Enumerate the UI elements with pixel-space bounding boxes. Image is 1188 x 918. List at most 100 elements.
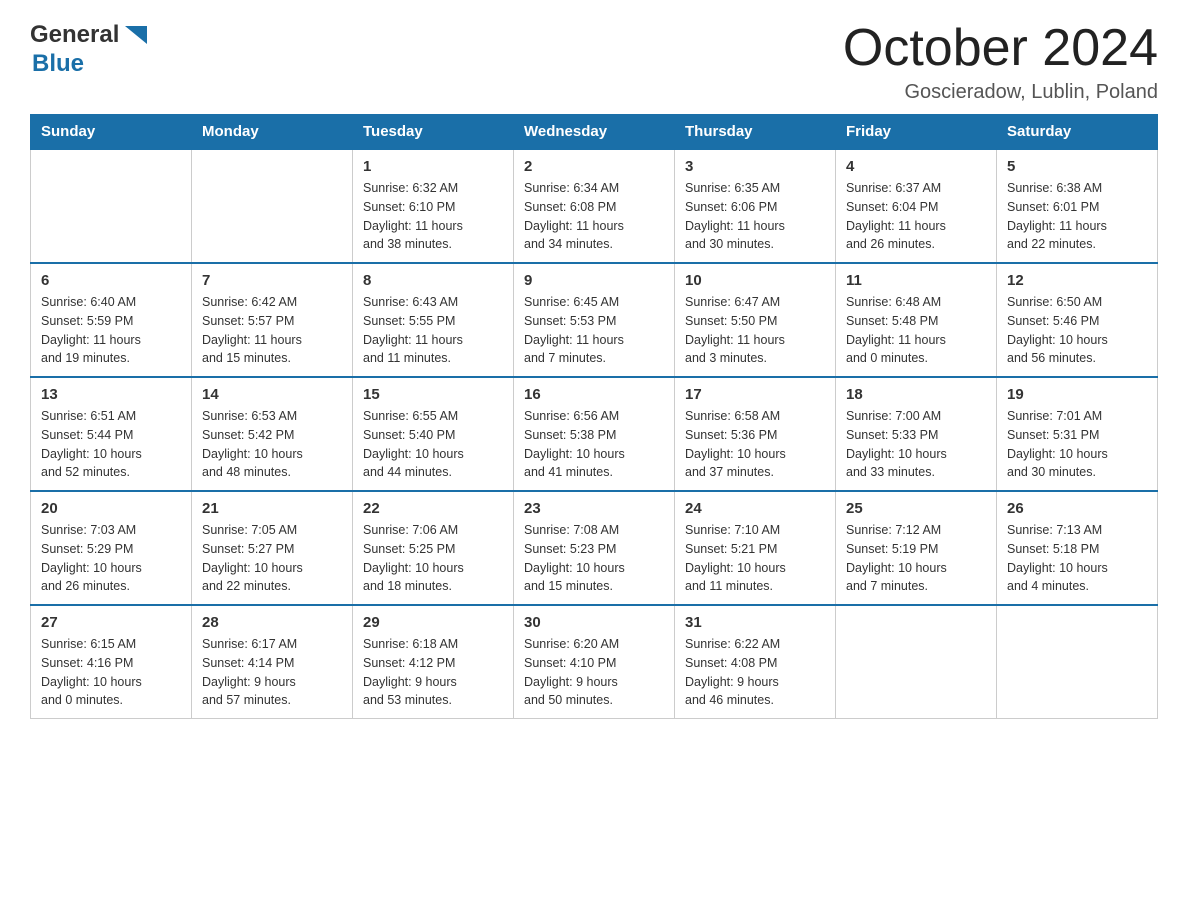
calendar-cell: 26Sunrise: 7:13 AM Sunset: 5:18 PM Dayli…: [997, 491, 1158, 605]
day-info: Sunrise: 6:45 AM Sunset: 5:53 PM Dayligh…: [524, 293, 664, 368]
calendar-cell: 28 Sunrise: 6:17 AM Sunset: 4:14 PM Dayli…: [192, 605, 353, 719]
calendar-cell: 4 Sunrise: 6:37 AM Sunset: 6:04 PM Daylig…: [836, 149, 997, 263]
calendar-cell: 2Sunrise: 6:34 AM Sunset: 6:08 PM Daylig…: [514, 149, 675, 263]
page-header: General Blue October 2024 Goscieradow, L…: [30, 20, 1158, 104]
calendar-cell: 25Sunrise: 7:12 AM Sunset: 5:19 PM Dayli…: [836, 491, 997, 605]
day-number: 30: [524, 614, 664, 631]
day-number: 16: [524, 386, 664, 403]
day-number: 26: [1007, 500, 1147, 517]
day-number: 23: [524, 500, 664, 517]
day-number: 24: [685, 500, 825, 517]
day-info: Sunrise: 6:20 AM Sunset: 4:10 PM Dayligh…: [524, 635, 664, 710]
day-info: Sunrise: 6:58 AM Sunset: 5:36 PM Dayligh…: [685, 407, 825, 482]
day-info: Sunrise: 6:42 AM Sunset: 5:57 PM Dayligh…: [202, 293, 342, 368]
logo: General Blue: [30, 20, 151, 78]
calendar-cell: [997, 605, 1158, 719]
day-info: Sunrise: 6:15 AM Sunset: 4:16 PM Dayligh…: [41, 635, 181, 710]
day-info: Sunrise: 7:03 AM Sunset: 5:29 PM Dayligh…: [41, 521, 181, 596]
calendar-cell: 30 Sunrise: 6:20 AM Sunset: 4:10 PM Dayli…: [514, 605, 675, 719]
day-info: Sunrise: 7:06 AM Sunset: 5:25 PM Dayligh…: [363, 521, 503, 596]
calendar-cell: 6Sunrise: 6:40 AM Sunset: 5:59 PM Daylig…: [31, 263, 192, 377]
day-number: 2: [524, 158, 664, 175]
calendar-cell: [836, 605, 997, 719]
day-number: 31: [685, 614, 825, 631]
calendar-cell: [31, 149, 192, 263]
calendar-day-header: Thursday: [675, 115, 836, 150]
day-info: Sunrise: 6:56 AM Sunset: 5:38 PM Dayligh…: [524, 407, 664, 482]
day-info: Sunrise: 6:51 AM Sunset: 5:44 PM Dayligh…: [41, 407, 181, 482]
calendar-cell: 16 Sunrise: 6:56 AM Sunset: 5:38 PM Dayli…: [514, 377, 675, 491]
calendar-cell: 31 Sunrise: 6:22 AM Sunset: 4:08 PM Dayli…: [675, 605, 836, 719]
day-info: Sunrise: 7:05 AM Sunset: 5:27 PM Dayligh…: [202, 521, 342, 596]
day-info: Sunrise: 6:22 AM Sunset: 4:08 PM Dayligh…: [685, 635, 825, 710]
calendar-cell: 22 Sunrise: 7:06 AM Sunset: 5:25 PM Dayli…: [353, 491, 514, 605]
day-number: 29: [363, 614, 503, 631]
calendar-day-header: Tuesday: [353, 115, 514, 150]
day-number: 9: [524, 272, 664, 289]
calendar-week-row: 27 Sunrise: 6:15 AM Sunset: 4:16 PM Dayli…: [31, 605, 1158, 719]
calendar-cell: 12 Sunrise: 6:50 AM Sunset: 5:46 PM Dayli…: [997, 263, 1158, 377]
day-info: Sunrise: 6:37 AM Sunset: 6:04 PM Dayligh…: [846, 179, 986, 254]
subtitle: Goscieradow, Lublin, Poland: [843, 81, 1158, 104]
calendar-day-header: Monday: [192, 115, 353, 150]
day-info: Sunrise: 6:38 AM Sunset: 6:01 PM Dayligh…: [1007, 179, 1147, 254]
calendar-week-row: 6Sunrise: 6:40 AM Sunset: 5:59 PM Daylig…: [31, 263, 1158, 377]
day-info: Sunrise: 6:48 AM Sunset: 5:48 PM Dayligh…: [846, 293, 986, 368]
calendar-cell: 5 Sunrise: 6:38 AM Sunset: 6:01 PM Daylig…: [997, 149, 1158, 263]
day-number: 21: [202, 500, 342, 517]
day-number: 17: [685, 386, 825, 403]
day-info: Sunrise: 6:32 AM Sunset: 6:10 PM Dayligh…: [363, 179, 503, 254]
day-number: 7: [202, 272, 342, 289]
calendar-cell: 3 Sunrise: 6:35 AM Sunset: 6:06 PM Daylig…: [675, 149, 836, 263]
calendar-cell: 24 Sunrise: 7:10 AM Sunset: 5:21 PM Dayli…: [675, 491, 836, 605]
calendar-cell: 11 Sunrise: 6:48 AM Sunset: 5:48 PM Dayli…: [836, 263, 997, 377]
day-number: 10: [685, 272, 825, 289]
calendar-day-header: Saturday: [997, 115, 1158, 150]
day-number: 14: [202, 386, 342, 403]
day-number: 4: [846, 158, 986, 175]
calendar-day-header: Sunday: [31, 115, 192, 150]
main-title: October 2024: [843, 20, 1158, 77]
logo-general-text: General: [30, 21, 119, 49]
day-number: 11: [846, 272, 986, 289]
day-info: Sunrise: 7:12 AM Sunset: 5:19 PM Dayligh…: [846, 521, 986, 596]
logo-blue-text: Blue: [32, 50, 84, 78]
day-info: Sunrise: 7:00 AM Sunset: 5:33 PM Dayligh…: [846, 407, 986, 482]
day-number: 19: [1007, 386, 1147, 403]
day-info: Sunrise: 6:47 AM Sunset: 5:50 PM Dayligh…: [685, 293, 825, 368]
day-number: 28: [202, 614, 342, 631]
calendar-cell: 27 Sunrise: 6:15 AM Sunset: 4:16 PM Dayli…: [31, 605, 192, 719]
day-info: Sunrise: 6:17 AM Sunset: 4:14 PM Dayligh…: [202, 635, 342, 710]
day-info: Sunrise: 7:10 AM Sunset: 5:21 PM Dayligh…: [685, 521, 825, 596]
calendar-week-row: 13 Sunrise: 6:51 AM Sunset: 5:44 PM Dayli…: [31, 377, 1158, 491]
day-info: Sunrise: 6:35 AM Sunset: 6:06 PM Dayligh…: [685, 179, 825, 254]
day-info: Sunrise: 6:50 AM Sunset: 5:46 PM Dayligh…: [1007, 293, 1147, 368]
calendar-cell: 23 Sunrise: 7:08 AM Sunset: 5:23 PM Dayli…: [514, 491, 675, 605]
calendar-cell: 18Sunrise: 7:00 AM Sunset: 5:33 PM Dayli…: [836, 377, 997, 491]
day-number: 8: [363, 272, 503, 289]
day-info: Sunrise: 6:18 AM Sunset: 4:12 PM Dayligh…: [363, 635, 503, 710]
calendar-cell: 7 Sunrise: 6:42 AM Sunset: 5:57 PM Daylig…: [192, 263, 353, 377]
calendar-cell: 19Sunrise: 7:01 AM Sunset: 5:31 PM Dayli…: [997, 377, 1158, 491]
calendar-cell: 17 Sunrise: 6:58 AM Sunset: 5:36 PM Dayli…: [675, 377, 836, 491]
day-info: Sunrise: 7:08 AM Sunset: 5:23 PM Dayligh…: [524, 521, 664, 596]
day-number: 3: [685, 158, 825, 175]
calendar-cell: 29 Sunrise: 6:18 AM Sunset: 4:12 PM Dayli…: [353, 605, 514, 719]
day-number: 20: [41, 500, 181, 517]
day-info: Sunrise: 6:40 AM Sunset: 5:59 PM Dayligh…: [41, 293, 181, 368]
calendar-day-header: Wednesday: [514, 115, 675, 150]
calendar-cell: 20 Sunrise: 7:03 AM Sunset: 5:29 PM Dayli…: [31, 491, 192, 605]
calendar-week-row: 1 Sunrise: 6:32 AM Sunset: 6:10 PM Daylig…: [31, 149, 1158, 263]
calendar-cell: 1 Sunrise: 6:32 AM Sunset: 6:10 PM Daylig…: [353, 149, 514, 263]
day-number: 15: [363, 386, 503, 403]
day-number: 13: [41, 386, 181, 403]
day-number: 1: [363, 158, 503, 175]
calendar-cell: 10 Sunrise: 6:47 AM Sunset: 5:50 PM Dayli…: [675, 263, 836, 377]
day-number: 5: [1007, 158, 1147, 175]
day-number: 12: [1007, 272, 1147, 289]
day-number: 22: [363, 500, 503, 517]
calendar-cell: [192, 149, 353, 263]
day-number: 27: [41, 614, 181, 631]
calendar-cell: 21 Sunrise: 7:05 AM Sunset: 5:27 PM Dayli…: [192, 491, 353, 605]
calendar-week-row: 20 Sunrise: 7:03 AM Sunset: 5:29 PM Dayli…: [31, 491, 1158, 605]
